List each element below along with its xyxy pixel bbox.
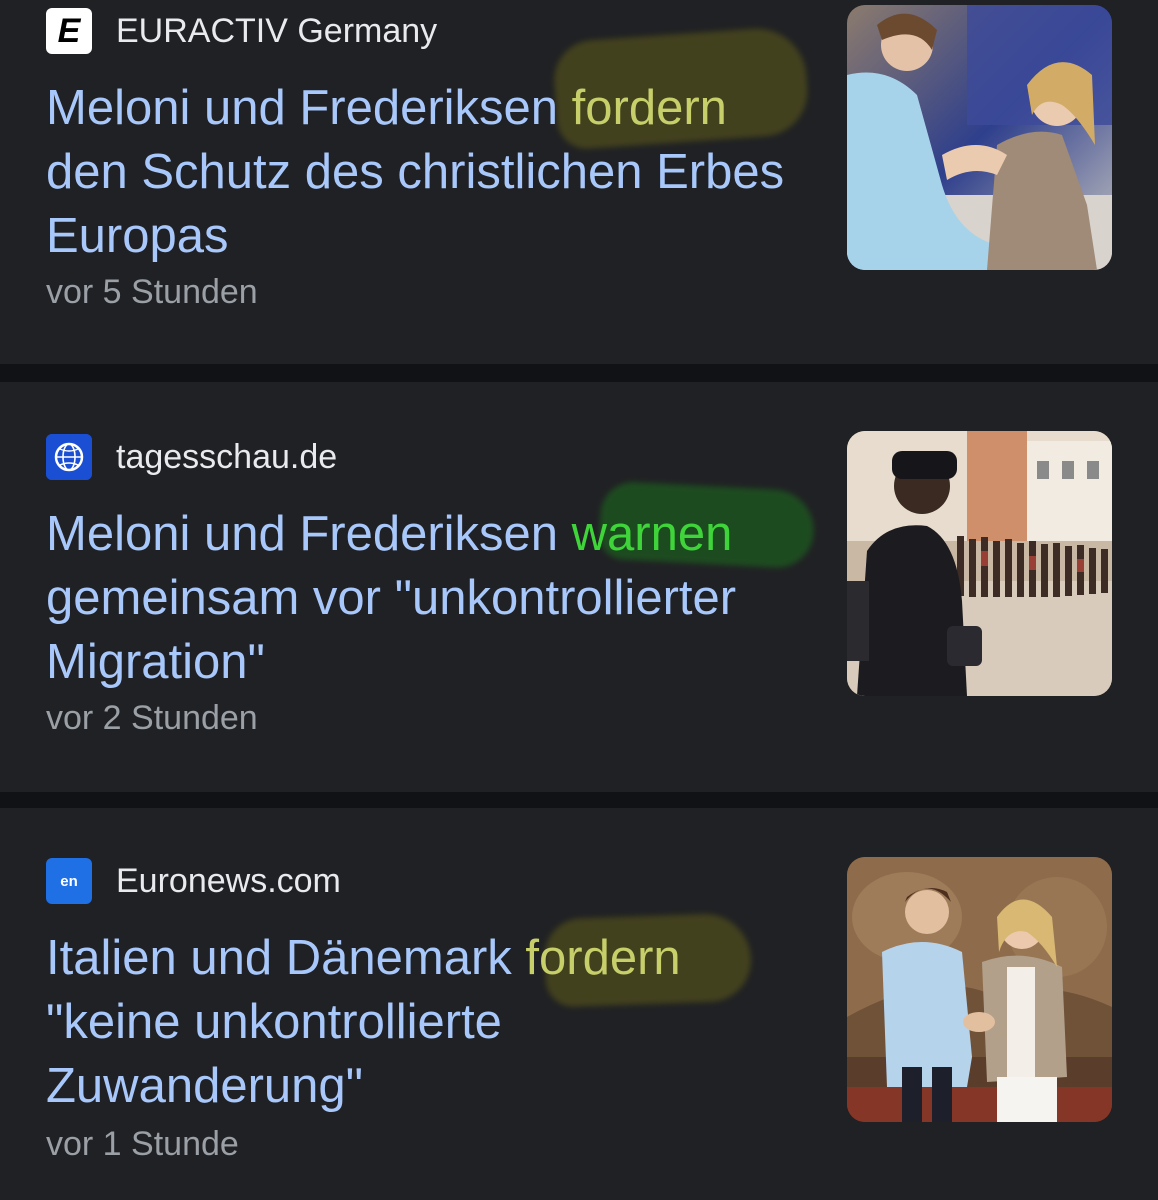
headline-text: "keine unkontrollierte Zuwanderung" <box>46 995 502 1113</box>
euronews-logo-icon: en <box>46 858 92 904</box>
headline-text: Italien und Dänemark <box>46 931 526 985</box>
article-headline[interactable]: Meloni und Frederiksen fordern den Schut… <box>46 76 806 268</box>
article-source: en Euronews.com <box>46 858 341 904</box>
tagesschau-globe-icon <box>46 434 92 480</box>
article-thumbnail-police-migrants[interactable] <box>847 431 1112 696</box>
article-thumbnail-handshake[interactable] <box>847 857 1112 1122</box>
news-feed: E EURACTIV Germany Meloni und Frederikse… <box>0 0 1158 1200</box>
headline-text: gemeinsam vor "unkontrollierter Migratio… <box>46 571 737 689</box>
highlighted-word: fordern <box>525 931 681 985</box>
article-card-euractiv[interactable]: E EURACTIV Germany Meloni und Frederikse… <box>0 0 1158 364</box>
article-timestamp: vor 1 Stunde <box>46 1125 239 1163</box>
source-name: Euronews.com <box>116 862 341 900</box>
article-headline[interactable]: Meloni und Frederiksen warnen gemeinsam … <box>46 502 806 694</box>
highlighted-word: fordern <box>571 81 727 135</box>
headline-text: Meloni und Frederiksen <box>46 81 572 135</box>
headline-text: den Schutz des christlichen Erbes Europa… <box>46 145 785 263</box>
highlighted-word: warnen <box>571 507 733 561</box>
article-timestamp: vor 5 Stunden <box>46 273 258 311</box>
euractiv-logo-icon: E <box>46 8 92 54</box>
article-timestamp: vor 2 Stunden <box>46 699 258 737</box>
article-source: E EURACTIV Germany <box>46 8 437 54</box>
source-name: tagesschau.de <box>116 438 338 476</box>
article-thumbnail-embrace[interactable] <box>847 5 1112 270</box>
article-source: tagesschau.de <box>46 434 337 480</box>
article-card-euronews[interactable]: en Euronews.com Italien und Dänemark for… <box>0 808 1158 1200</box>
headline-text: Meloni und Frederiksen <box>46 507 572 561</box>
article-headline[interactable]: Italien und Dänemark fordern "keine unko… <box>46 926 806 1118</box>
article-card-tagesschau[interactable]: tagesschau.de Meloni und Frederiksen war… <box>0 382 1158 792</box>
source-name: EURACTIV Germany <box>116 12 438 50</box>
